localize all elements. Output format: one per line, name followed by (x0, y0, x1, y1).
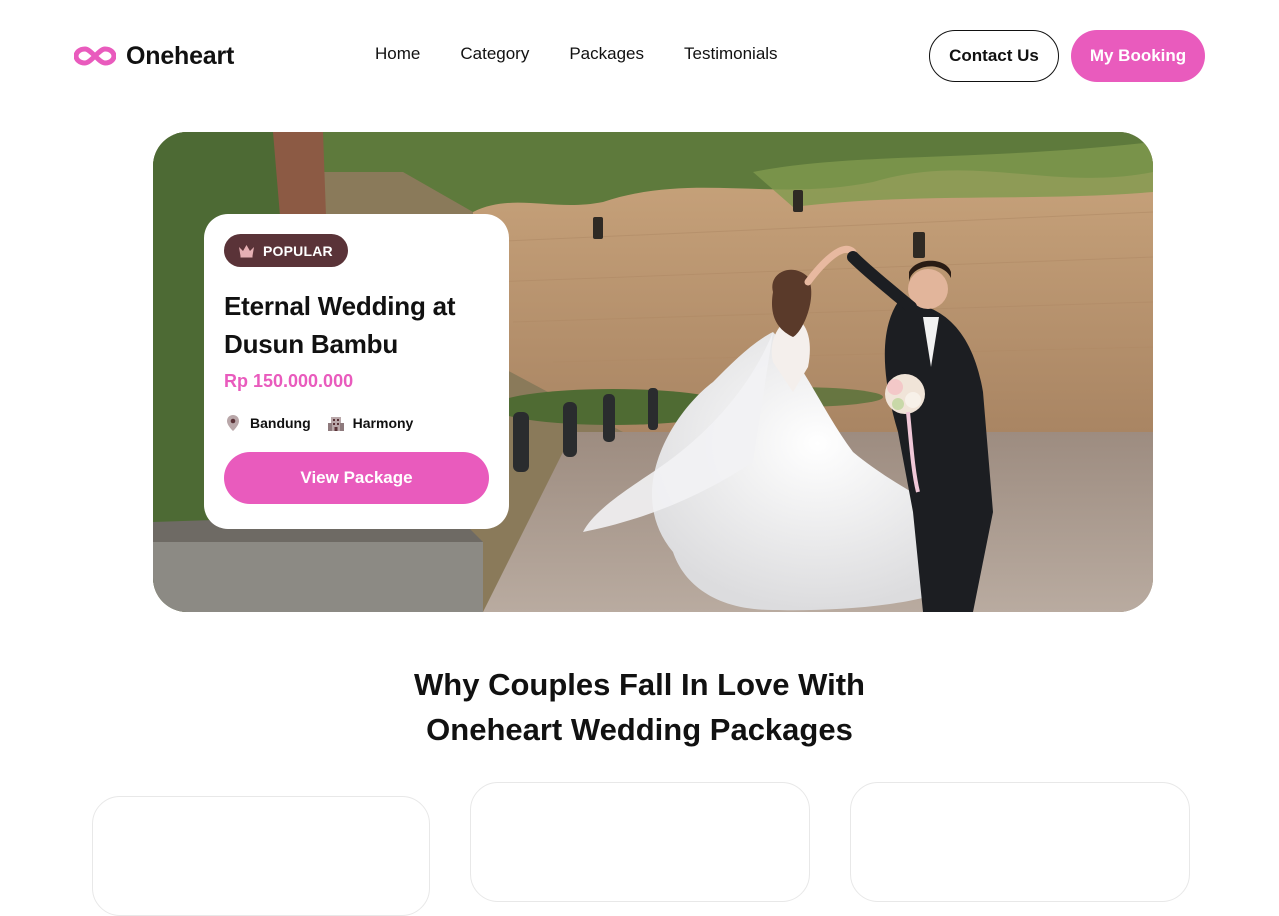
location-pin-icon (227, 415, 239, 431)
contact-us-button[interactable]: Contact Us (929, 30, 1059, 82)
crown-icon (239, 245, 254, 258)
venue-label: Harmony (352, 415, 414, 431)
view-package-button[interactable]: View Package (224, 452, 489, 504)
package-title: Eternal Wedding at Dusun Bambu (224, 287, 489, 363)
package-location: Bandung (224, 414, 311, 432)
package-title-line-1: Eternal Wedding at (224, 291, 456, 321)
section-title-line-1: Why Couples Fall In Love With (414, 667, 865, 702)
infinity-icon (74, 46, 116, 66)
popular-badge: POPULAR (224, 234, 348, 267)
section-title: Why Couples Fall In Love With Oneheart W… (0, 662, 1279, 752)
nav-item-packages[interactable]: Packages (569, 44, 644, 64)
my-booking-button[interactable]: My Booking (1071, 30, 1205, 82)
nav-item-category[interactable]: Category (460, 44, 529, 64)
package-meta: Bandung Harmony (224, 414, 489, 432)
featured-package-card: POPULAR Eternal Wedding at Dusun Bambu R… (204, 214, 509, 529)
nav-item-testimonials[interactable]: Testimonials (684, 44, 778, 64)
package-venue: Harmony (327, 414, 414, 432)
feature-card (470, 782, 810, 902)
building-icon (327, 417, 344, 431)
popular-badge-label: POPULAR (263, 242, 333, 259)
brand-logo[interactable]: Oneheart (74, 38, 234, 74)
feature-card (850, 782, 1190, 902)
nav-item-home[interactable]: Home (375, 44, 420, 64)
site-header: Oneheart Home Category Packages Testimon… (0, 0, 1279, 112)
main-nav: Home Category Packages Testimonials (375, 44, 778, 64)
feature-card (92, 796, 430, 916)
brand-name: Oneheart (126, 41, 235, 70)
location-label: Bandung (250, 415, 311, 431)
package-title-line-2: Dusun Bambu (224, 329, 399, 359)
section-title-line-2: Oneheart Wedding Packages (426, 712, 853, 747)
package-price: Rp 150.000.000 (224, 371, 354, 391)
